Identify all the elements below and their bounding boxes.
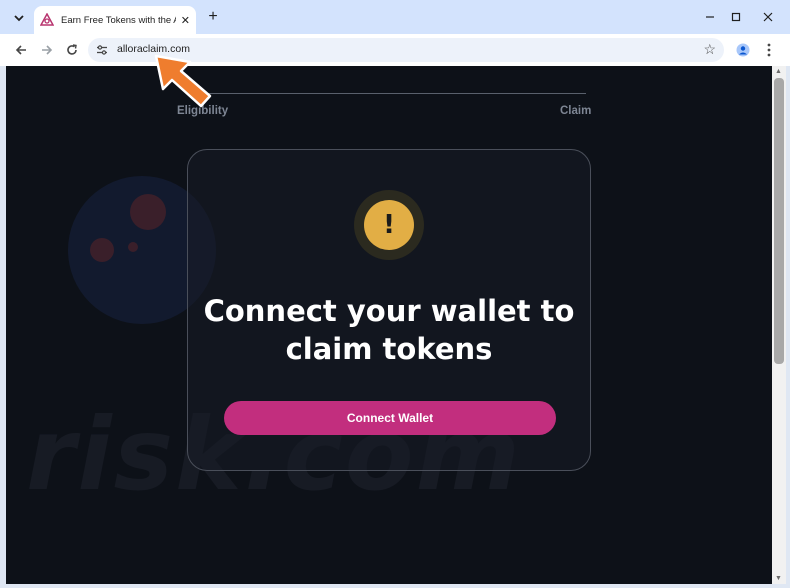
headline-line-1: Connect your wallet to xyxy=(203,294,575,328)
watermark-dot xyxy=(128,242,138,252)
annotation-arrow-icon xyxy=(154,54,212,108)
new-tab-button[interactable]: + xyxy=(204,8,222,26)
forward-icon[interactable] xyxy=(36,39,58,61)
scroll-up-icon[interactable]: ▲ xyxy=(775,68,782,75)
tab-close-icon[interactable]: ✕ xyxy=(181,14,190,27)
watermark-dot xyxy=(130,194,166,230)
scroll-thumb[interactable] xyxy=(774,78,784,364)
close-window-icon[interactable] xyxy=(758,8,778,26)
reload-icon[interactable] xyxy=(61,39,83,61)
tab-strip: Earn Free Tokens with the Allora ✕ + xyxy=(0,0,790,34)
site-info-icon[interactable] xyxy=(96,44,108,56)
page-title: Connect your wallet to claim tokens xyxy=(188,292,590,368)
tab-title: Earn Free Tokens with the Allora xyxy=(61,14,176,26)
profile-icon[interactable] xyxy=(732,39,754,61)
connect-wallet-button[interactable]: Connect Wallet xyxy=(224,401,556,435)
tab-menu-icon[interactable] xyxy=(8,8,30,28)
favicon-icon xyxy=(40,13,54,26)
scroll-down-icon[interactable]: ▼ xyxy=(775,575,782,582)
maximize-icon[interactable] xyxy=(726,8,746,26)
browser-tab[interactable]: Earn Free Tokens with the Allora ✕ xyxy=(34,6,196,34)
bookmark-star-icon[interactable]: ☆ xyxy=(703,41,716,58)
page-viewport: risk.com Eligibility Claim ! Connect you… xyxy=(6,66,772,584)
step-claim: Claim xyxy=(560,105,592,117)
headline-line-2: claim tokens xyxy=(285,332,493,366)
minimize-icon[interactable] xyxy=(700,8,720,26)
kebab-menu-icon[interactable] xyxy=(758,39,780,61)
back-icon[interactable] xyxy=(10,39,32,61)
window-bottom-edge xyxy=(0,584,790,588)
progress-line xyxy=(202,93,586,94)
claim-card: ! Connect your wallet to claim tokens Co… xyxy=(187,149,591,471)
warning-icon: ! xyxy=(364,200,414,250)
scrollbar[interactable]: ▲ ▼ xyxy=(772,66,786,584)
browser-toolbar: alloraclaim.com ☆ xyxy=(0,34,790,66)
watermark-dot xyxy=(90,238,114,262)
